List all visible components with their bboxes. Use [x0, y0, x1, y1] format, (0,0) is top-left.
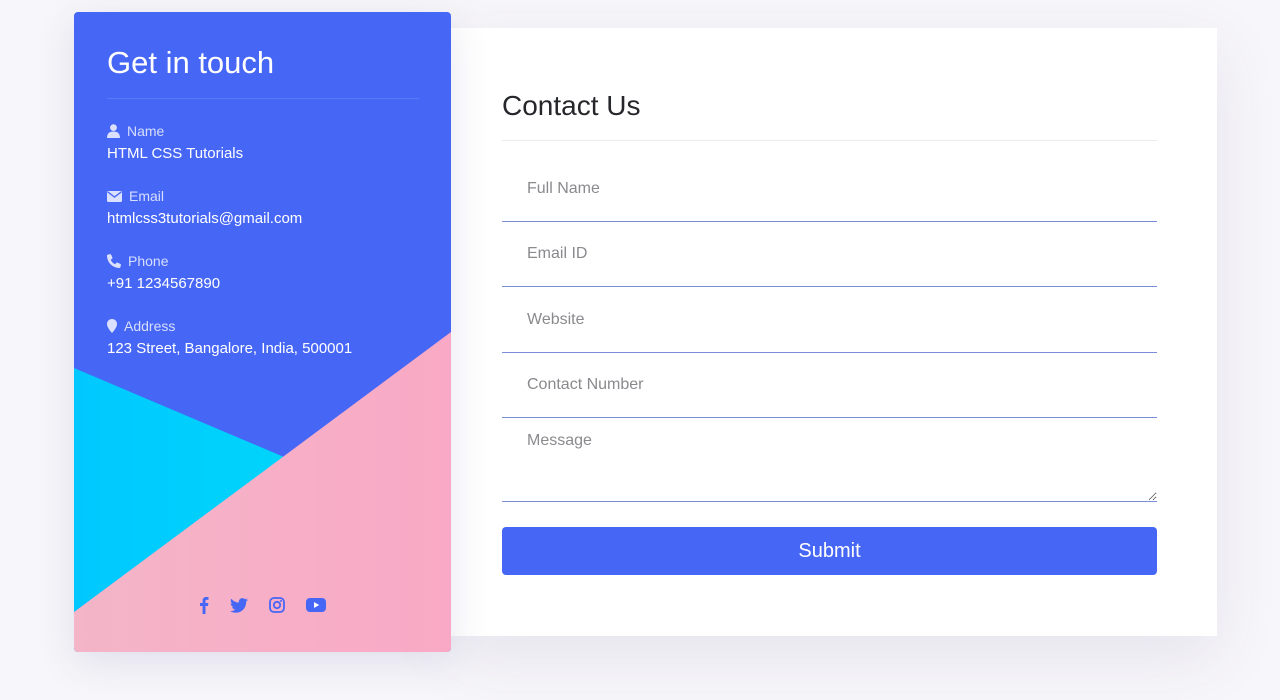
user-icon	[107, 124, 120, 138]
twitter-icon[interactable]	[230, 597, 248, 613]
submit-button[interactable]: Submit	[502, 527, 1157, 575]
form-divider	[502, 140, 1157, 141]
facebook-icon[interactable]	[199, 596, 209, 614]
contact-form-card: Contact Us Submit	[451, 28, 1217, 636]
form-title: Contact Us	[502, 90, 641, 121]
full-name-input[interactable]	[502, 157, 1157, 222]
map-marker-icon	[107, 319, 117, 333]
info-item-name: Name HTML CSS Tutorials	[107, 123, 243, 162]
info-label: Email	[129, 188, 165, 204]
youtube-icon[interactable]	[306, 598, 326, 612]
info-item-email: Email htmlcss3tutorials@gmail.com	[107, 188, 302, 227]
envelope-icon	[107, 190, 122, 202]
contact-info-panel: Get in touch Name HTML CSS Tutorials Ema…	[74, 12, 451, 652]
info-label: Phone	[128, 253, 169, 269]
info-item-address: Address 123 Street, Bangalore, India, 50…	[107, 318, 352, 357]
message-textarea[interactable]	[502, 418, 1157, 502]
info-value: htmlcss3tutorials@gmail.com	[107, 210, 303, 227]
phone-icon	[107, 254, 121, 268]
info-value: HTML CSS Tutorials	[107, 145, 244, 162]
info-item-phone: Phone +91 1234567890	[107, 253, 220, 292]
info-label: Name	[127, 123, 165, 139]
info-label: Address	[124, 318, 176, 334]
info-value: +91 1234567890	[107, 275, 221, 292]
email-input[interactable]	[502, 222, 1157, 287]
instagram-icon[interactable]	[269, 597, 285, 613]
info-title: Get in touch	[107, 45, 275, 80]
social-links	[74, 596, 451, 614]
info-divider	[107, 98, 419, 99]
website-input[interactable]	[502, 288, 1157, 353]
info-value: 123 Street, Bangalore, India, 500001	[107, 340, 353, 357]
contact-number-input[interactable]	[502, 353, 1157, 418]
